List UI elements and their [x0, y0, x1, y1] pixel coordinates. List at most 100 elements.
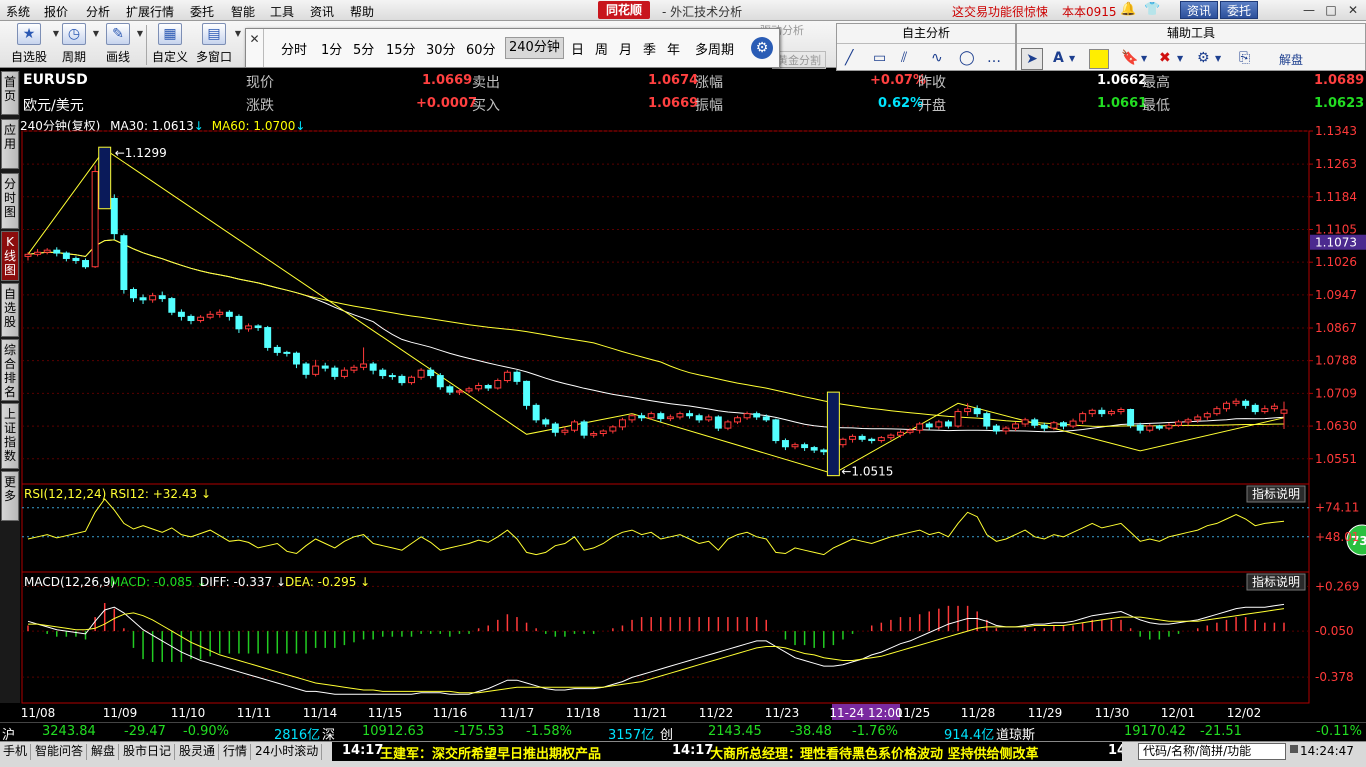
chart-canvas[interactable]: ←1.1299 ←1.0515 RSI(12,12,24) RSI12: +32.…: [0, 0, 1366, 722]
candle-up: [609, 426, 617, 432]
candle-up: [245, 325, 252, 330]
candle-up: [494, 380, 502, 389]
high-highlight-box: [98, 146, 112, 210]
candle-up: [340, 369, 348, 377]
candle-down: [753, 413, 761, 418]
news-headline[interactable]: 深交所希望早日推出期权产品: [432, 743, 601, 761]
diff-legend-value: DIFF: -0.337 ↓: [200, 575, 286, 589]
rsi-line: [27, 498, 1285, 556]
macd-tick-label: +0.269: [1315, 579, 1359, 593]
candle-down: [446, 386, 454, 393]
candle-down: [53, 249, 61, 254]
candle-down: [925, 423, 933, 428]
y-tick-label: 1.1263: [1315, 157, 1357, 171]
candle-down: [532, 404, 540, 421]
candle-up: [724, 421, 732, 429]
y-tick-label: 1.0709: [1315, 386, 1357, 400]
high-marker-label: ←1.1299: [115, 146, 167, 160]
sh-change: -29.47: [124, 724, 166, 739]
smart-qa-button[interactable]: 智能问答: [32, 744, 88, 760]
candle-up: [599, 430, 607, 435]
candle-up: [1088, 409, 1096, 415]
candle-up: [647, 413, 655, 419]
candle-down: [379, 369, 387, 377]
stock-diary-button[interactable]: 股市日记: [120, 744, 176, 760]
macd-legend: MACD(12,26,9): [24, 575, 115, 589]
zigzag-trendline: [27, 148, 1285, 475]
x-tick-label: 12/02: [1227, 706, 1262, 720]
candle-down: [168, 298, 176, 313]
candle-down: [973, 408, 981, 415]
candle-up: [849, 435, 857, 440]
y-tick-label: 1.1184: [1315, 190, 1357, 204]
x-tick-label: 12/01: [1161, 706, 1196, 720]
rsi-tick-label: +48.01: [1315, 530, 1359, 544]
status-square-icon: [1290, 745, 1298, 753]
candle-down: [513, 371, 521, 382]
candle-down: [868, 438, 876, 442]
x-tick-label: 11/30: [1095, 706, 1130, 720]
candle-up: [408, 376, 415, 384]
mobile-button[interactable]: 手机: [0, 744, 32, 760]
news-headline[interactable]: 理性看待黑色系价格波动 坚持供给侧改革: [800, 743, 1039, 761]
index-status-bar: 沪 3243.84 -29.47 -0.90% 2816亿 深 10912.63…: [0, 722, 1366, 743]
candle-down: [983, 413, 991, 427]
candle-down: [264, 327, 272, 348]
candle-up: [1223, 402, 1230, 410]
y-tick-label: 1.0630: [1315, 419, 1357, 433]
guling-button[interactable]: 股灵通: [176, 744, 220, 760]
candle-up: [1002, 427, 1010, 432]
news-time: 14:1: [1108, 743, 1122, 758]
candle-down: [580, 421, 588, 436]
candle-down: [283, 351, 291, 354]
candle-down: [810, 447, 818, 451]
cy-price: 2143.45: [708, 724, 762, 739]
rolling-24h-button[interactable]: 24小时滚动: [252, 744, 323, 760]
candle-down: [302, 363, 310, 375]
bottom-bar: 手机 智能问答 解盘 股市日记 股灵通 行情 24小时滚动 14:17 王建军：…: [0, 741, 1366, 767]
candle-down: [1242, 400, 1250, 406]
candle-up: [312, 365, 320, 375]
macd-legend-value: MACD: -0.085 ↓: [110, 575, 206, 589]
y-tick-label: 1.0947: [1315, 288, 1357, 302]
commentary-button[interactable]: 解盘: [88, 744, 120, 760]
candle-up: [791, 444, 799, 448]
macd-indicator-button-label: 指标说明: [1252, 574, 1300, 589]
candle-down: [858, 435, 866, 440]
news-ticker[interactable]: 14:17 王建军： 深交所希望早日推出期权产品 14:17 大商所总经理： 理…: [332, 742, 1122, 761]
candle-up: [1146, 425, 1154, 431]
candle-down: [772, 419, 780, 442]
candle-up: [1175, 421, 1183, 426]
candle-down: [484, 385, 492, 389]
cy-pct: -1.76%: [852, 724, 898, 739]
candle-down: [187, 315, 195, 322]
candle-down: [638, 415, 646, 419]
candle-down: [177, 311, 185, 317]
candle-up: [43, 249, 51, 253]
code-search-input[interactable]: 代码/名称/简拼/功能: [1138, 743, 1286, 760]
market-button[interactable]: 行情: [220, 744, 252, 760]
candle-down: [427, 369, 435, 377]
candle-down: [254, 325, 262, 329]
candle-up: [618, 419, 626, 428]
candle-down: [225, 311, 233, 317]
candle-down: [321, 365, 329, 369]
candle-down: [944, 421, 952, 427]
candle-down: [129, 288, 137, 299]
candle-up: [1107, 411, 1115, 415]
candle-up: [1069, 420, 1077, 427]
macd-tick-label: -0.378: [1315, 670, 1354, 684]
candle-up: [34, 251, 42, 255]
ma60-line: [27, 239, 1285, 427]
candle-up: [1012, 423, 1020, 429]
clock: 14:24:47: [1300, 744, 1354, 758]
x-tick-label: 11/14: [303, 706, 338, 720]
candle-down: [1155, 425, 1163, 429]
candle-up: [206, 313, 214, 318]
candle-up: [1270, 405, 1278, 410]
candle-down: [801, 444, 809, 449]
sh-pct: -0.90%: [183, 724, 229, 739]
sz-pct: -1.58%: [526, 724, 572, 739]
candle-up: [561, 429, 569, 433]
candle-down: [542, 419, 550, 425]
